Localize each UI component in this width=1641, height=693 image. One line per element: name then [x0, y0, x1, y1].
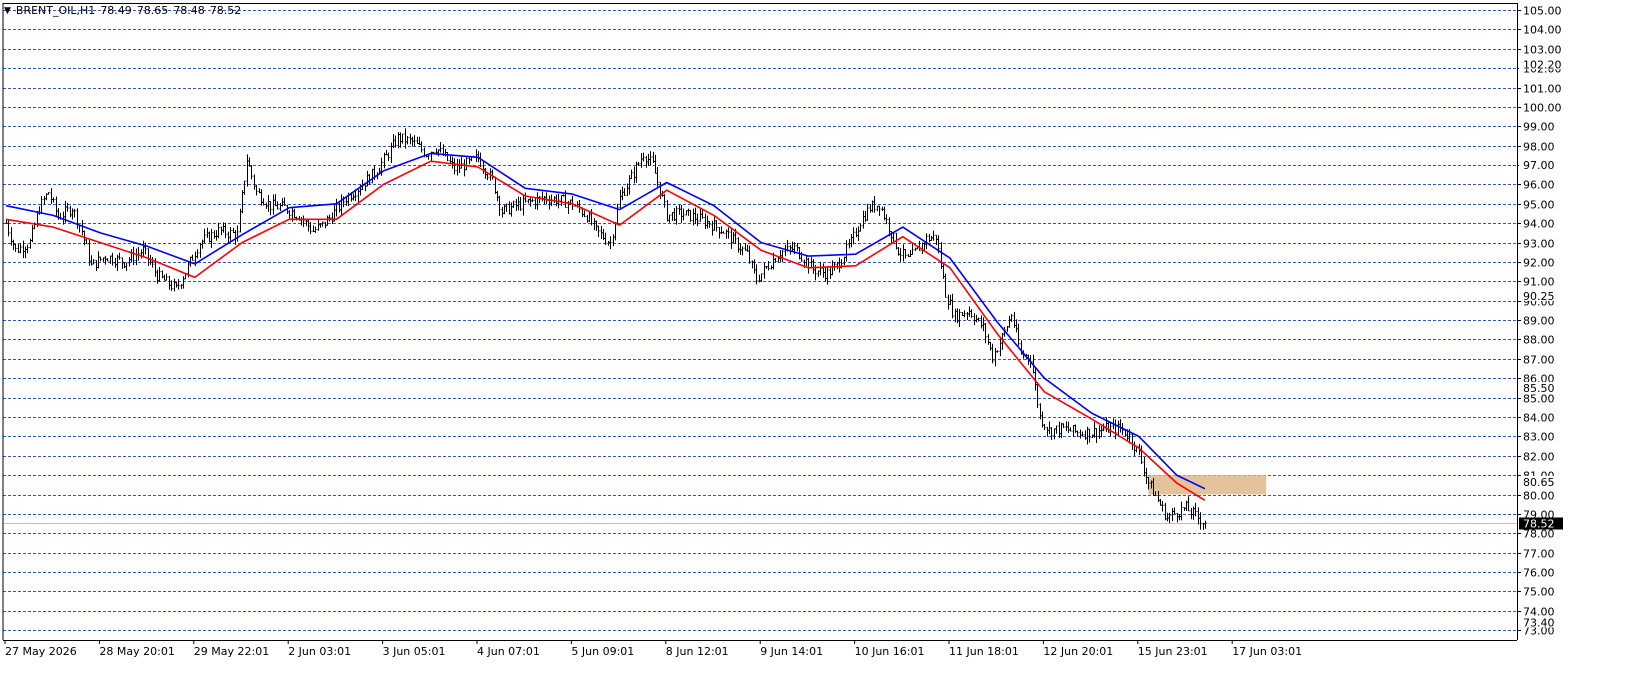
x-tick-label: 5 Jun 09:01	[571, 645, 634, 658]
y-tick-label: 101.00	[1523, 83, 1562, 96]
x-tick-label: 15 Jun 23:01	[1138, 645, 1208, 658]
x-tick-label: 12 Jun 20:01	[1043, 645, 1113, 658]
y-tick-label: 76.00	[1523, 567, 1555, 580]
x-tick-label: 2 Jun 03:01	[288, 645, 351, 658]
x-tick-label: 4 Jun 07:01	[477, 645, 540, 658]
x-tick-label: 8 Jun 12:01	[666, 645, 729, 658]
y-tick-label: 105.00	[1523, 5, 1562, 18]
grid	[3, 10, 1517, 631]
moving-averages	[5, 152, 1206, 501]
candles	[5, 128, 1207, 530]
extra-price-label: 80.65	[1523, 476, 1555, 489]
y-tick-label: 103.00	[1523, 44, 1562, 57]
y-tick-label: 91.00	[1523, 276, 1555, 289]
close-value: 78.52	[209, 4, 242, 17]
y-tick-label: 89.00	[1523, 315, 1555, 328]
chart-window[interactable]: 105.00104.00103.00102.00101.00100.0099.0…	[0, 0, 1641, 693]
x-tick-label: 3 Jun 05:01	[383, 645, 446, 658]
x-tick-label: 27 May 2026	[5, 645, 77, 658]
y-tick-label: 88.00	[1523, 334, 1555, 347]
y-tick-label: 100.00	[1523, 102, 1562, 115]
price-axis-labels: 105.00104.00103.00102.00101.00100.0099.0…	[1519, 5, 1563, 638]
x-tick-label: 29 May 22:01	[194, 645, 269, 658]
open-value: 78.49	[100, 4, 132, 17]
extra-price-label: 102.20	[1523, 58, 1562, 71]
price-chart[interactable]: 105.00104.00103.00102.00101.00100.0099.0…	[0, 0, 1641, 693]
axes	[2, 3, 1521, 644]
supply-zone	[1148, 475, 1267, 495]
y-tick-label: 82.00	[1523, 451, 1555, 464]
supply-zone-rect	[1148, 475, 1267, 495]
y-tick-label: 93.00	[1523, 238, 1555, 251]
y-tick-label: 83.00	[1523, 431, 1555, 444]
high-value: 78.65	[136, 4, 169, 17]
y-tick-label: 104.00	[1523, 24, 1562, 37]
y-tick-label: 95.00	[1523, 199, 1555, 212]
y-tick-label: 80.00	[1523, 490, 1555, 503]
current-price-label: 78.52	[1523, 518, 1555, 531]
y-tick-label: 92.00	[1523, 257, 1555, 270]
low-value: 78.48	[173, 4, 205, 17]
dropdown-triangle-icon[interactable]: ▼	[4, 6, 11, 16]
y-tick-label: 87.00	[1523, 354, 1555, 367]
x-tick-label: 17 Jun 03:01	[1232, 645, 1302, 658]
y-tick-label: 84.00	[1523, 412, 1555, 425]
y-tick-label: 94.00	[1523, 218, 1555, 231]
extra-price-label: 73.40	[1523, 616, 1555, 629]
extra-price-label: 90.25	[1523, 290, 1555, 303]
y-tick-label: 96.00	[1523, 179, 1555, 192]
x-tick-label: 9 Jun 14:01	[760, 645, 823, 658]
y-tick-label: 77.00	[1523, 548, 1555, 561]
ma-fast-line	[5, 152, 1206, 490]
time-axis-labels: 27 May 2026 28 May 20:01 29 May 22:01 2 Jun…	[5, 645, 1302, 658]
y-tick-label: 75.00	[1523, 586, 1555, 599]
y-tick-label: 99.00	[1523, 121, 1555, 134]
x-tick-label: 28 May 20:01	[99, 645, 174, 658]
y-tick-label: 98.00	[1523, 141, 1555, 154]
x-tick-label: 11 Jun 18:01	[949, 645, 1019, 658]
extra-price-label: 85.50	[1523, 382, 1555, 395]
symbol-label: BRENT_OIL,H1	[15, 4, 96, 17]
x-tick-label: 10 Jun 16:01	[855, 645, 925, 658]
chart-header: ▼ BRENT_OIL,H1 78.49 78.65 78.48 78.52	[4, 4, 241, 17]
extra-price-label: 97.00	[1523, 159, 1555, 172]
ma-slow-line	[5, 160, 1206, 501]
